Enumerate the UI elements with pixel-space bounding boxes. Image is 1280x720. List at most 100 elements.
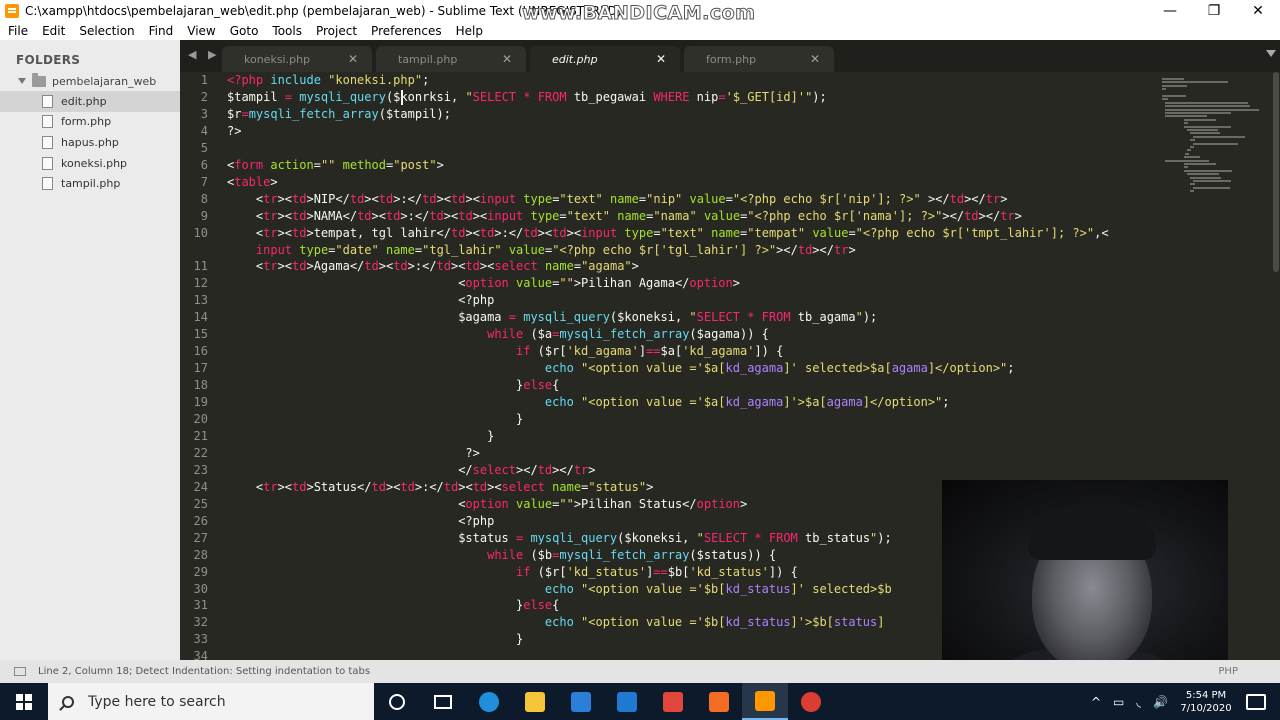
code-line[interactable]: echo "<option value ='$b[kd_status]' sel… (227, 581, 892, 598)
tab-dropdown-icon[interactable] (1266, 50, 1276, 57)
code-line[interactable]: input type="date" name="tgl_lahir" value… (227, 242, 856, 259)
minimize-button[interactable]: — (1148, 0, 1192, 22)
battery-icon[interactable]: ▭ (1113, 695, 1124, 709)
code-line[interactable]: <?php (227, 292, 494, 309)
menu-goto[interactable]: Goto (222, 24, 265, 38)
clock[interactable]: 5:54 PM 7/10/2020 (1174, 689, 1238, 715)
tab-form[interactable]: form.php ✕ (684, 46, 834, 72)
code-token: >:</ (393, 191, 423, 206)
code-line[interactable]: if ($r['kd_agama']==$a['kd_agama']) { (227, 343, 783, 360)
code-line[interactable]: <?php (227, 513, 494, 530)
taskbar-app-button[interactable] (604, 683, 650, 720)
code-line[interactable]: <form action="" method="post"> (227, 157, 444, 174)
menu-help[interactable]: Help (448, 24, 489, 38)
file-label: hapus.php (61, 135, 119, 149)
tab-close-icon[interactable]: ✕ (656, 52, 666, 66)
taskbar-app-button[interactable] (696, 683, 742, 720)
code-line[interactable]: } (227, 631, 523, 648)
sidebar-file-hapus[interactable]: hapus.php (0, 132, 180, 153)
code-token: ></ (927, 191, 950, 206)
code-line[interactable]: if ($r['kd_status']==$b['kd_status']) { (227, 564, 798, 581)
scroll-thumb[interactable] (1273, 72, 1279, 272)
minimap-line (1162, 78, 1185, 80)
menu-file[interactable]: File (0, 24, 34, 38)
taskbar-app-button[interactable] (742, 683, 788, 720)
tab-nav-arrows[interactable]: ◀ ▶ (188, 48, 220, 61)
panel-toggle-icon[interactable] (14, 667, 26, 676)
status-text: Line 2, Column 18; Detect Indentation: S… (38, 666, 371, 677)
code-line[interactable]: echo "<option value ='$a[kd_agama]'>$a[a… (227, 394, 950, 411)
code-line[interactable]: ?> (227, 445, 479, 462)
tab-tampil[interactable]: tampil.php ✕ (376, 46, 526, 72)
code-line[interactable]: <?php include "koneksi.php"; (227, 72, 429, 89)
minimap[interactable] (1162, 72, 1272, 212)
close-button[interactable]: ✕ (1236, 0, 1280, 22)
code-line[interactable]: <option value="">Pilihan Agama</option> (227, 275, 740, 292)
vertical-scrollbar[interactable] (1272, 72, 1280, 660)
tab-koneksi[interactable]: koneksi.php ✕ (222, 46, 372, 72)
syntax-indicator[interactable]: PHP (1218, 666, 1238, 677)
tab-close-icon[interactable]: ✕ (810, 52, 820, 66)
notification-icon[interactable] (1246, 693, 1266, 710)
cortana-button[interactable] (374, 683, 420, 720)
taskbar-app-button[interactable] (512, 683, 558, 720)
maximize-button[interactable]: ❐ (1192, 0, 1236, 22)
sidebar-folder[interactable]: pembelajaran_web (18, 72, 156, 90)
taskbar-search[interactable]: Type here to search (48, 683, 374, 720)
code-line[interactable]: }else{ (227, 377, 559, 394)
code-line[interactable]: <table> (227, 174, 278, 191)
tab-close-icon[interactable]: ✕ (348, 52, 358, 66)
sidebar-file-koneksi[interactable]: koneksi.php (0, 153, 180, 174)
sidebar-file-tampil[interactable]: tampil.php (0, 173, 180, 194)
gift-icon (663, 691, 683, 712)
code-line[interactable]: <tr><td>tempat, tgl lahir</td><td>:</td>… (227, 225, 1109, 242)
taskbar-app-button[interactable] (788, 683, 834, 720)
code-line[interactable]: }else{ (227, 597, 559, 614)
volume-icon[interactable]: 🔊 (1153, 695, 1168, 709)
code-line[interactable]: <tr><td>Status</td><td>:</td><td><select… (227, 479, 653, 496)
code-line[interactable]: echo "<option value ='$a[kd_agama]' sele… (227, 360, 1015, 377)
sidebar-file-edit[interactable]: edit.php (0, 91, 180, 112)
wifi-icon[interactable]: ◟ (1136, 695, 1141, 709)
task-view-button[interactable] (420, 683, 466, 720)
caret-down-icon[interactable] (18, 78, 26, 84)
minimap-line (1190, 176, 1222, 179)
code-line[interactable]: </select></td></tr> (227, 462, 595, 479)
menu-tools[interactable]: Tools (264, 24, 308, 38)
code-line[interactable]: $r=mysqli_fetch_array($tampil); (227, 106, 451, 123)
code-line[interactable]: <tr><td>NAMA</td><td>:</td><td><input ty… (227, 208, 1022, 225)
file-icon (42, 115, 53, 129)
start-button[interactable] (0, 683, 48, 720)
code-line[interactable]: <tr><td>Agama</td><td>:</td><td><select … (227, 258, 639, 275)
tray-overflow-icon[interactable]: ^ (1091, 695, 1101, 709)
menu-project[interactable]: Project (308, 24, 363, 38)
menu-preferences[interactable]: Preferences (363, 24, 448, 38)
menu-find[interactable]: Find (141, 24, 180, 38)
code-line[interactable]: } (227, 411, 523, 428)
taskbar-app-button[interactable] (558, 683, 604, 720)
menu-selection[interactable]: Selection (71, 24, 140, 38)
code-line[interactable]: $status = mysqli_query($koneksi, "SELECT… (227, 530, 892, 547)
code-line[interactable]: $agama = mysqli_query($koneksi, "SELECT … (227, 309, 877, 326)
menu-edit[interactable]: Edit (34, 24, 71, 38)
code-token: echo (544, 361, 582, 376)
title-bar: C:\xampp\htdocs\pembelajaran_web\edit.ph… (0, 0, 1280, 25)
menu-view[interactable]: View (179, 24, 221, 38)
tab-edit[interactable]: edit.php ✕ (530, 46, 680, 72)
code-line[interactable]: <tr><td>NIP</td><td>:</td><td><input typ… (227, 191, 1008, 208)
code-line[interactable]: } (227, 428, 494, 445)
code-token: >< (451, 259, 466, 274)
tab-close-icon[interactable]: ✕ (502, 52, 512, 66)
code-token: >NIP</ (306, 191, 350, 206)
code-line[interactable]: while ($b=mysqli_fetch_array($status)) { (227, 547, 776, 564)
taskbar-app-button[interactable] (650, 683, 696, 720)
code-line[interactable]: while ($a=mysqli_fetch_array($agama)) { (227, 326, 769, 343)
code-line[interactable]: ?> (227, 123, 241, 140)
line-number: 5 (200, 140, 208, 155)
code-line[interactable]: <option value="">Pilihan Status</option> (227, 496, 747, 513)
code-line[interactable]: $tampil = mysqli_query($konrksi, "SELECT… (227, 89, 827, 106)
code-line[interactable]: echo "<option value ='$b[kd_status]'>$b[… (227, 614, 885, 631)
taskbar-app-button[interactable] (466, 683, 512, 720)
sidebar-file-form[interactable]: form.php (0, 112, 180, 133)
